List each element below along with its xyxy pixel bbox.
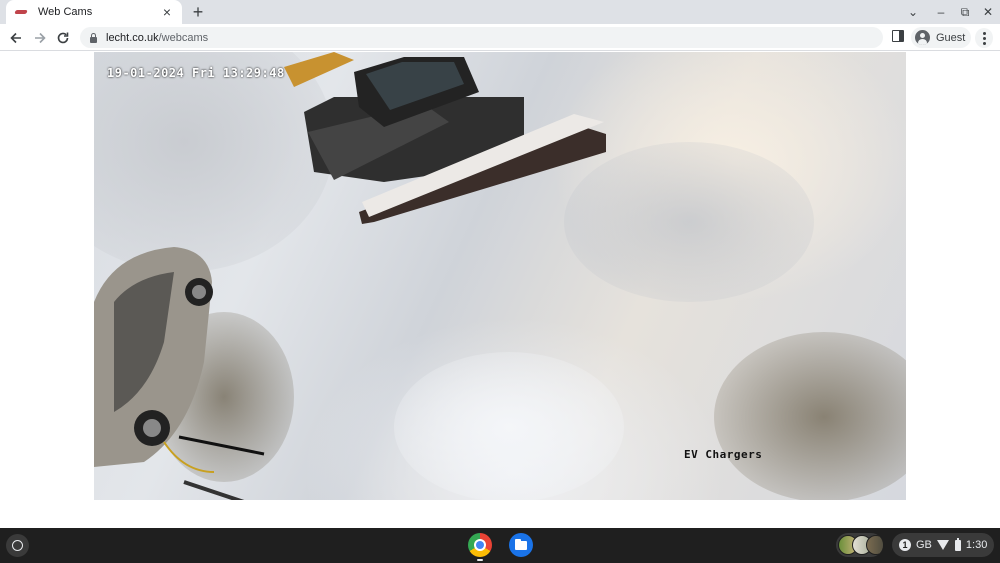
battery-icon — [954, 537, 961, 551]
back-button[interactable] — [5, 27, 27, 49]
close-window-icon[interactable]: ✕ — [975, 0, 1000, 24]
back-arrow-icon — [10, 32, 21, 44]
chrome-icon[interactable] — [468, 533, 492, 557]
input-region: GB — [916, 539, 932, 551]
webcam-label: EV Chargers — [684, 448, 763, 461]
system-tray[interactable]: 1 GB 1:30 — [892, 533, 994, 557]
url-text[interactable]: lecht.co.uk/webcams — [106, 32, 208, 44]
lock-icon[interactable] — [89, 32, 98, 43]
notification-badge: 1 — [899, 539, 911, 551]
forward-button[interactable] — [29, 27, 51, 49]
launcher-icon[interactable] — [6, 534, 29, 557]
browser-toolbar: lecht.co.uk/webcams Guest — [0, 24, 1000, 51]
tote-thumbnail — [866, 535, 883, 555]
webcam-timestamp: 19-01-2024 Fri 13:29:48 — [107, 66, 285, 80]
profile-button[interactable]: Guest — [911, 27, 971, 48]
files-icon[interactable] — [509, 533, 533, 557]
more-menu-icon[interactable] — [975, 28, 993, 48]
ground-patch — [714, 332, 906, 500]
tab-strip: Web Cams × + ⌄ – ⧉ ✕ — [0, 0, 1000, 24]
reload-button[interactable] — [52, 27, 74, 49]
page-content: 19-01-2024 Fri 13:29:48 EV Chargers — [0, 52, 1000, 528]
snow-groomer — [284, 52, 606, 224]
ev-charger-cable — [163, 435, 265, 500]
reload-icon — [57, 32, 69, 44]
address-bar[interactable]: lecht.co.uk/webcams — [80, 27, 883, 48]
profile-name: Guest — [936, 31, 966, 44]
tote-button[interactable] — [836, 533, 883, 557]
running-indicator — [477, 559, 483, 561]
side-panel-icon[interactable] — [892, 30, 904, 42]
tab-search-icon[interactable]: ⌄ — [900, 0, 926, 24]
avatar-icon — [915, 30, 930, 45]
webcam-image: 19-01-2024 Fri 13:29:48 EV Chargers — [94, 52, 906, 500]
site-favicon-icon — [14, 7, 28, 17]
minimize-icon[interactable]: – — [928, 0, 954, 24]
tab-web-cams[interactable]: Web Cams × — [6, 0, 182, 24]
snow-shade — [394, 352, 624, 500]
new-tab-button[interactable]: + — [188, 2, 208, 22]
clock: 1:30 — [965, 539, 988, 551]
tab-title: Web Cams — [38, 6, 93, 18]
shelf: 1 GB 1:30 — [0, 528, 1000, 563]
wifi-icon — [936, 540, 950, 550]
forward-arrow-icon — [35, 32, 46, 44]
tab-close-icon[interactable]: × — [160, 5, 174, 19]
